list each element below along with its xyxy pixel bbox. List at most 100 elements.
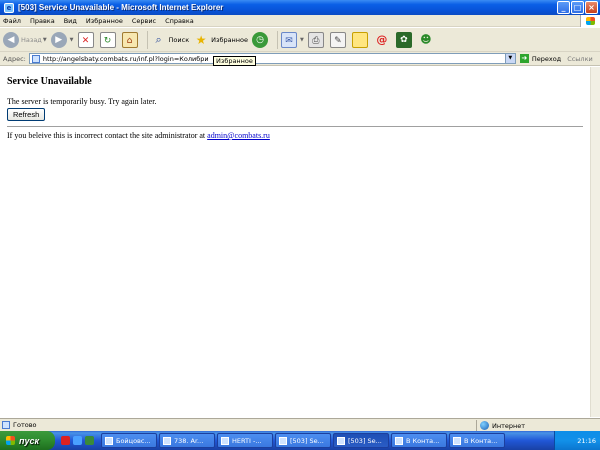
notes-button[interactable] bbox=[351, 31, 370, 48]
search-label: Поиск bbox=[168, 35, 190, 44]
window-icon bbox=[395, 436, 403, 445]
refresh-icon: ↻ bbox=[99, 31, 116, 48]
page-heading: Service Unavailable bbox=[7, 76, 92, 87]
status-bar: Готово Интернет bbox=[0, 418, 600, 431]
favorites-label: Избранное bbox=[211, 35, 249, 44]
back-button[interactable]: ◀ Назад ▼ bbox=[3, 31, 47, 48]
start-label: пуск bbox=[19, 435, 40, 446]
home-button[interactable]: ⌂ bbox=[121, 31, 140, 48]
clock[interactable]: 21:16 bbox=[577, 437, 596, 445]
taskbar-item-active[interactable]: [503] Se... bbox=[333, 433, 389, 448]
globe-icon bbox=[480, 421, 489, 430]
history-button[interactable]: ◷ bbox=[252, 31, 270, 48]
ie-logo-icon: e bbox=[4, 2, 14, 13]
search-button[interactable]: ⌕ Поиск bbox=[151, 32, 190, 48]
quick-launch-app-icon[interactable] bbox=[61, 436, 70, 445]
favorites-tooltip: Избранное bbox=[213, 56, 256, 66]
status-text: Готово bbox=[13, 421, 37, 429]
msn-button[interactable]: ☻ bbox=[418, 32, 436, 48]
window-title: [503] Service Unavailable - Microsoft In… bbox=[18, 3, 224, 12]
messenger-button[interactable]: ✿ bbox=[395, 31, 414, 48]
print-button[interactable]: ⎙ bbox=[307, 31, 326, 48]
edit-page-icon: ✎ bbox=[329, 31, 346, 48]
window-icon bbox=[163, 436, 171, 445]
maximize-icon[interactable]: □ bbox=[571, 1, 584, 14]
quick-launch-app-icon[interactable] bbox=[85, 436, 94, 445]
history-icon: ◷ bbox=[252, 31, 269, 48]
close-icon[interactable]: × bbox=[585, 1, 598, 14]
window-icon bbox=[453, 436, 461, 445]
home-icon: ⌂ bbox=[121, 31, 138, 48]
error-message: The server is temporarily busy. Try agai… bbox=[7, 97, 157, 106]
go-arrow-icon: ➜ bbox=[519, 54, 529, 63]
star-icon: ★ bbox=[195, 32, 207, 47]
menu-favorites[interactable]: Избранное bbox=[86, 17, 123, 25]
favorites-button[interactable]: ★ Избранное bbox=[193, 32, 248, 48]
notes-icon bbox=[351, 31, 368, 48]
chevron-down-icon[interactable]: ▼ bbox=[70, 37, 74, 43]
minimize-icon[interactable]: _ bbox=[557, 1, 570, 14]
security-zone: Интернет bbox=[476, 420, 600, 431]
search-icon: ⌕ bbox=[155, 32, 162, 46]
address-label: Адрес: bbox=[3, 54, 26, 63]
start-button[interactable]: пуск bbox=[0, 431, 55, 450]
go-button[interactable]: ➜ Переход bbox=[519, 54, 567, 63]
chevron-down-icon[interactable]: ▼ bbox=[504, 54, 515, 63]
menu-tools[interactable]: Сервис bbox=[132, 17, 156, 25]
back-arrow-icon: ◀ bbox=[3, 31, 19, 48]
address-input[interactable]: http://angelsbaty.combats.ru/inf.pl?logi… bbox=[28, 53, 516, 64]
at-sign-icon: @ bbox=[376, 32, 388, 46]
stop-icon: ✕ bbox=[77, 31, 94, 48]
menu-view[interactable]: Вид bbox=[64, 17, 77, 25]
mail-at-button[interactable]: @ bbox=[374, 32, 392, 48]
buddy-icon: ☻ bbox=[420, 32, 432, 46]
ie-quick-launch-icon[interactable] bbox=[73, 436, 82, 445]
window-icon bbox=[221, 436, 229, 445]
window-icon bbox=[337, 436, 345, 445]
taskbar-item[interactable]: [503] Se... bbox=[275, 433, 331, 448]
taskbar-item[interactable]: В Конта... bbox=[391, 433, 447, 448]
forward-button[interactable]: ▶ ▼ bbox=[50, 31, 74, 48]
mail-button[interactable]: ✉ ▼ bbox=[281, 31, 304, 48]
address-bar: Адрес: http://angelsbaty.combats.ru/inf.… bbox=[0, 52, 600, 66]
menu-help[interactable]: Справка bbox=[165, 17, 194, 25]
mail-icon: ✉ bbox=[281, 31, 298, 48]
page-icon bbox=[31, 54, 40, 63]
chevron-down-icon[interactable]: ▼ bbox=[300, 37, 304, 43]
window-controls: _ □ × bbox=[557, 1, 598, 14]
divider bbox=[7, 126, 583, 127]
windows-logo-icon bbox=[6, 436, 15, 445]
admin-email-link[interactable]: admin@combats.ru bbox=[207, 131, 270, 140]
address-url[interactable]: http://angelsbaty.combats.ru/inf.pl?logi… bbox=[43, 55, 209, 63]
stop-button[interactable]: ✕ bbox=[77, 31, 96, 48]
taskbar: пуск Бойцовс... 738. Ar... HERTI -... [5… bbox=[0, 431, 600, 450]
messenger-icon: ✿ bbox=[395, 31, 412, 48]
taskbar-item[interactable]: Бойцовс... bbox=[101, 433, 157, 448]
windows-logo-icon bbox=[580, 15, 600, 27]
back-label: Назад bbox=[21, 35, 42, 44]
chevron-down-icon[interactable]: ▼ bbox=[43, 37, 47, 43]
taskbar-item[interactable]: HERTI -... bbox=[217, 433, 273, 448]
taskbar-item[interactable]: В Конта... bbox=[449, 433, 505, 448]
toolbar-separator bbox=[146, 30, 148, 49]
page-icon bbox=[2, 421, 10, 429]
menu-file[interactable]: Файл bbox=[3, 17, 21, 25]
menu-edit[interactable]: Правка bbox=[30, 17, 55, 25]
system-tray: 21:16 bbox=[554, 431, 600, 450]
contact-line: If you beleive this is incorrect contact… bbox=[7, 131, 593, 141]
toolbar-separator bbox=[277, 30, 279, 49]
refresh-button[interactable]: Refresh bbox=[7, 108, 46, 121]
print-icon: ⎙ bbox=[307, 31, 324, 48]
quick-launch bbox=[61, 436, 97, 445]
menu-bar: Файл Правка Вид Избранное Сервис Справка bbox=[0, 15, 600, 27]
contact-text: If you beleive this is incorrect contact… bbox=[7, 131, 208, 140]
refresh-toolbar-button[interactable]: ↻ bbox=[99, 31, 118, 48]
edit-button[interactable]: ✎ bbox=[329, 31, 348, 48]
title-bar: e [503] Service Unavailable - Microsoft … bbox=[0, 0, 600, 15]
links-button[interactable]: Ссылки bbox=[567, 55, 593, 63]
toolbar: ◀ Назад ▼ ▶ ▼ ✕ ↻ ⌂ ⌕ Поиск ★ Избранное … bbox=[0, 28, 600, 52]
go-label: Переход bbox=[531, 54, 562, 63]
window-icon bbox=[105, 436, 113, 445]
taskbar-item[interactable]: 738. Ar... bbox=[159, 433, 215, 448]
vertical-scrollbar[interactable] bbox=[590, 67, 600, 417]
